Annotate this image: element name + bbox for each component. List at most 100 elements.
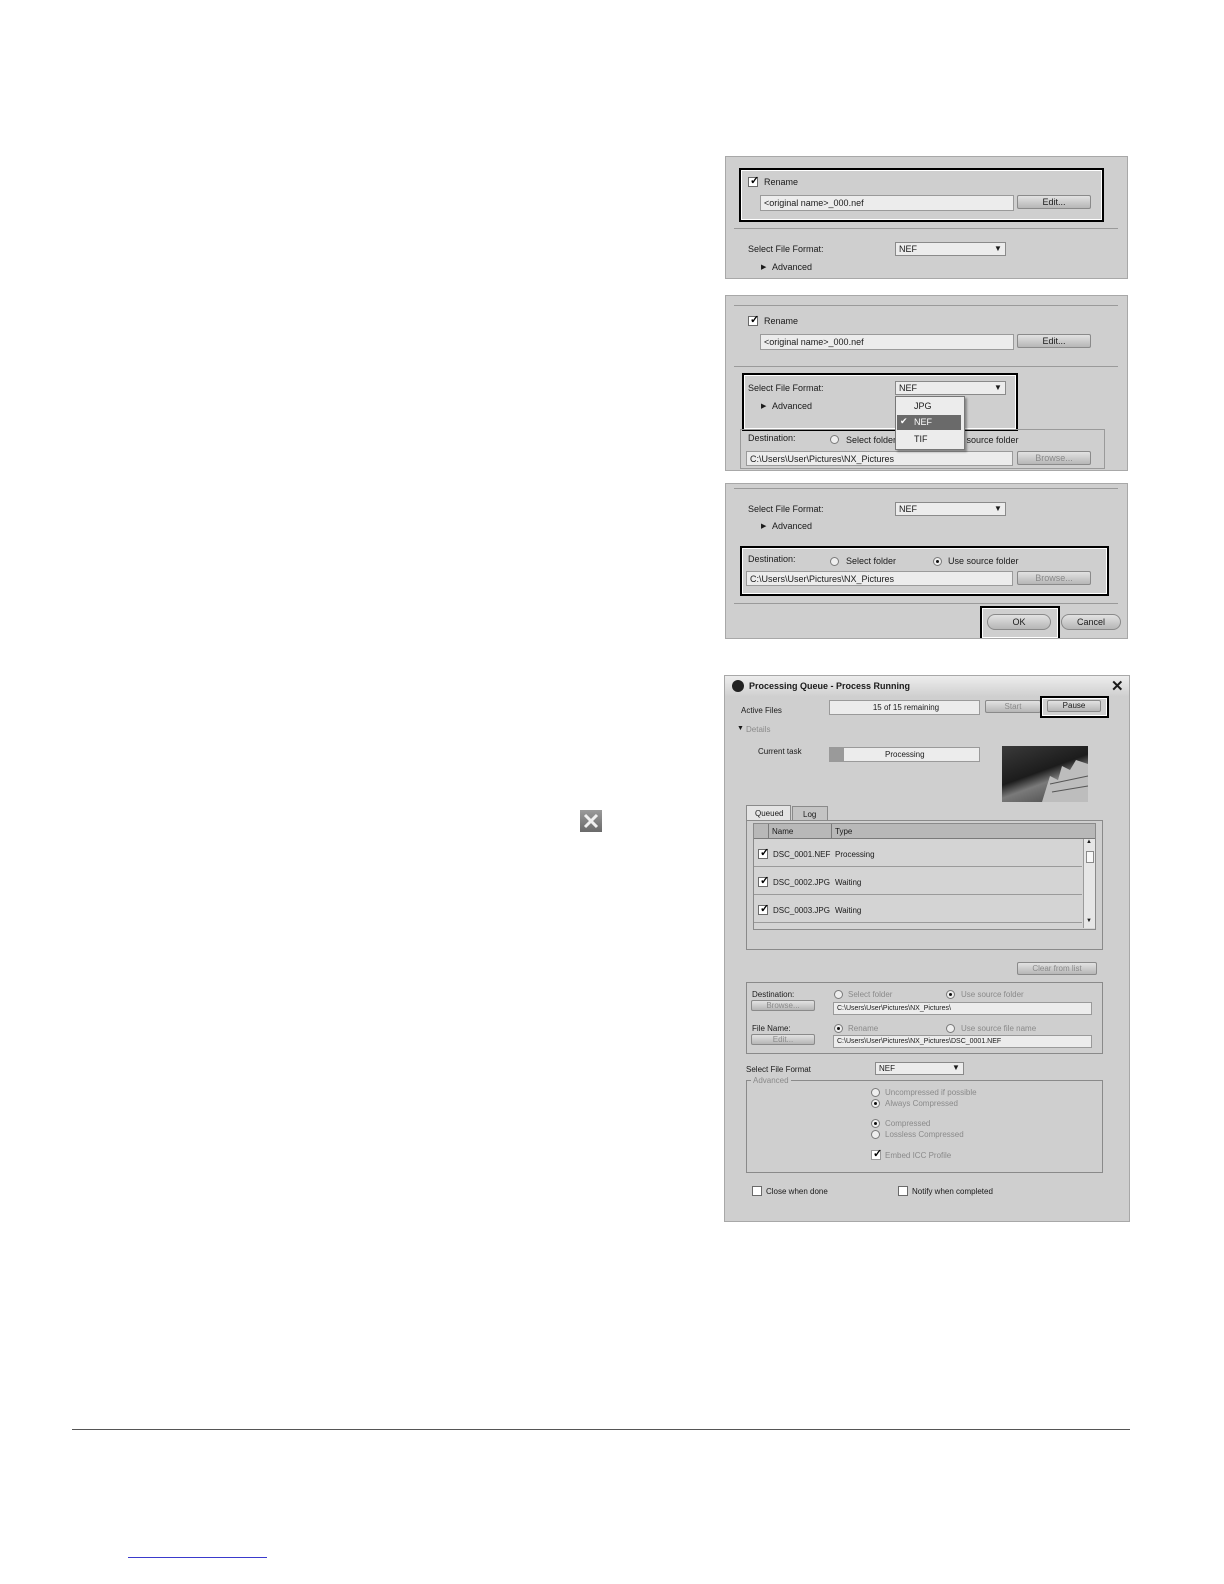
ok-button[interactable]: OK xyxy=(987,614,1051,630)
divider xyxy=(734,603,1118,604)
format-option-jpg[interactable]: JPG xyxy=(896,399,962,414)
format-select[interactable]: NEF ▼ xyxy=(895,502,1006,516)
close-icon[interactable]: ✕ xyxy=(1111,677,1124,695)
rename-checkbox[interactable]: ✓ xyxy=(748,175,759,187)
tab-queued[interactable]: Queued xyxy=(746,805,791,820)
scrollbar[interactable]: ▲ ▼ xyxy=(1083,839,1095,928)
select-folder-radio[interactable] xyxy=(834,990,843,999)
rename-checkbox[interactable]: ✓ xyxy=(748,314,759,326)
rename-input[interactable]: <original name>_000.nef xyxy=(760,195,1014,211)
clear-from-list-button[interactable]: Clear from list xyxy=(1017,962,1097,975)
header-divider xyxy=(831,824,832,838)
use-source-radio[interactable] xyxy=(946,990,955,999)
embed-icc-checkbox[interactable]: ✓ xyxy=(871,1148,883,1160)
table-row[interactable]: ✓ DSC_0003.JPG Waiting xyxy=(754,896,1082,923)
use-source-name-label: Use source file name xyxy=(961,1024,1037,1033)
row-checkbox[interactable]: ✓ xyxy=(758,875,769,887)
app-logo-icon xyxy=(732,680,744,692)
check-icon: ✓ xyxy=(760,903,770,915)
chevron-down-icon: ▼ xyxy=(994,244,1002,253)
notify-checkbox[interactable] xyxy=(898,1186,908,1196)
divider xyxy=(734,488,1118,489)
scroll-thumb[interactable] xyxy=(1086,851,1094,863)
select-folder-label: Select folder xyxy=(846,556,897,566)
destination-path[interactable]: C:\Users\User\Pictures\NX_Pictures xyxy=(746,451,1013,466)
rename-label: Rename xyxy=(764,316,799,326)
lossless-label: Lossless Compressed xyxy=(885,1130,964,1139)
lossless-radio[interactable] xyxy=(871,1130,880,1139)
remaining-field: 15 of 15 remaining xyxy=(829,700,980,715)
compressed-radio[interactable] xyxy=(871,1119,880,1128)
title-bar: Processing Queue - Process Running ✕ xyxy=(725,676,1129,696)
format-value: NEF xyxy=(899,504,917,514)
tab-log[interactable]: Log xyxy=(792,806,828,820)
close-when-done-checkbox[interactable] xyxy=(752,1186,762,1196)
destination-label: Destination: xyxy=(752,990,795,999)
format-value: NEF xyxy=(899,383,917,393)
rename-input[interactable]: <original name>_000.nef xyxy=(760,334,1014,350)
row-type: Waiting xyxy=(835,878,862,887)
scroll-down-icon[interactable]: ▼ xyxy=(1086,918,1092,924)
rename-radio[interactable] xyxy=(834,1024,843,1033)
row-name: DSC_0003.JPG xyxy=(773,906,830,915)
check-icon: ✓ xyxy=(873,1148,883,1160)
destination-path[interactable]: C:\Users\User\Pictures\NX_Pictures\ xyxy=(833,1002,1092,1015)
progress-fill xyxy=(830,748,844,761)
rename-label: Rename xyxy=(764,177,799,187)
rename-label: Rename xyxy=(848,1024,879,1033)
select-folder-label: Select folder xyxy=(848,990,893,999)
expand-arrow-icon[interactable]: ▶ xyxy=(761,522,766,530)
uncompressed-radio[interactable] xyxy=(871,1088,880,1097)
destination-label: Destination: xyxy=(748,433,796,443)
use-source-name-radio[interactable] xyxy=(946,1024,955,1033)
expand-arrow-icon[interactable]: ▶ xyxy=(761,263,766,271)
format-label: Select File Format: xyxy=(748,383,824,393)
row-name: DSC_0002.JPG xyxy=(773,878,830,887)
footer-link-underline xyxy=(128,1557,267,1558)
browse-button[interactable]: Browse... xyxy=(1017,451,1091,465)
format-label: Select File Format xyxy=(746,1065,811,1074)
browse-button[interactable]: Browse... xyxy=(751,1000,815,1011)
expand-arrow-icon[interactable]: ▶ xyxy=(761,402,766,410)
advanced-label: Advanced xyxy=(751,1076,791,1085)
cancel-button[interactable]: Cancel xyxy=(1061,614,1121,630)
details-label: Details xyxy=(746,725,771,734)
start-button[interactable]: Start xyxy=(985,700,1041,713)
table-row[interactable]: ✓ DSC_0002.JPG Waiting xyxy=(754,868,1082,895)
format-select[interactable]: NEF ▼ xyxy=(895,242,1006,256)
format-panel: ✓ Rename <original name>_000.nef Edit...… xyxy=(725,295,1128,471)
edit-button[interactable]: Edit... xyxy=(1017,195,1091,209)
col-name-header[interactable]: Name xyxy=(772,827,793,836)
format-option-tif[interactable]: TIF xyxy=(896,432,962,447)
row-checkbox[interactable]: ✓ xyxy=(758,847,769,859)
option-label: TIF xyxy=(914,434,928,444)
format-select[interactable]: NEF ▼ xyxy=(875,1062,964,1075)
footer-rule xyxy=(72,1429,1130,1430)
processing-queue-window: Processing Queue - Process Running ✕ Act… xyxy=(724,675,1130,1222)
row-checkbox[interactable]: ✓ xyxy=(758,903,770,915)
destination-path[interactable]: C:\Users\User\Pictures\NX_Pictures xyxy=(746,571,1013,586)
select-folder-radio[interactable] xyxy=(830,557,839,566)
scroll-up-icon[interactable]: ▲ xyxy=(1086,839,1092,845)
edit-button[interactable]: Edit... xyxy=(751,1034,815,1045)
always-compressed-radio[interactable] xyxy=(871,1099,880,1108)
use-source-radio[interactable] xyxy=(933,557,942,566)
format-dropdown-menu: JPG ✔ NEF TIF xyxy=(895,396,965,450)
format-option-nef[interactable]: ✔ NEF xyxy=(897,415,961,430)
collapse-arrow-icon[interactable]: ▼ xyxy=(737,725,744,732)
pause-button[interactable]: Pause xyxy=(1047,700,1101,712)
format-select[interactable]: NEF ▼ xyxy=(895,381,1006,395)
advanced-label: Advanced xyxy=(772,521,813,531)
close-icon xyxy=(580,810,602,832)
select-folder-radio[interactable] xyxy=(830,435,839,444)
format-value: NEF xyxy=(899,244,917,254)
divider xyxy=(734,305,1118,306)
table-row[interactable]: ✓ DSC_0001.NEF Processing xyxy=(754,840,1082,867)
file-name-label: File Name: xyxy=(752,1024,791,1033)
file-path[interactable]: C:\Users\User\Pictures\NX_Pictures\DSC_0… xyxy=(833,1035,1092,1048)
queue-list: Name Type ✓ DSC_0001.NEF Processing ✓ DS… xyxy=(753,823,1096,930)
edit-button[interactable]: Edit... xyxy=(1017,334,1091,348)
col-type-header[interactable]: Type xyxy=(835,827,852,836)
browse-button[interactable]: Browse... xyxy=(1017,571,1091,585)
destination-panel: Select File Format: NEF ▼ ▶ Advanced Des… xyxy=(725,483,1128,639)
